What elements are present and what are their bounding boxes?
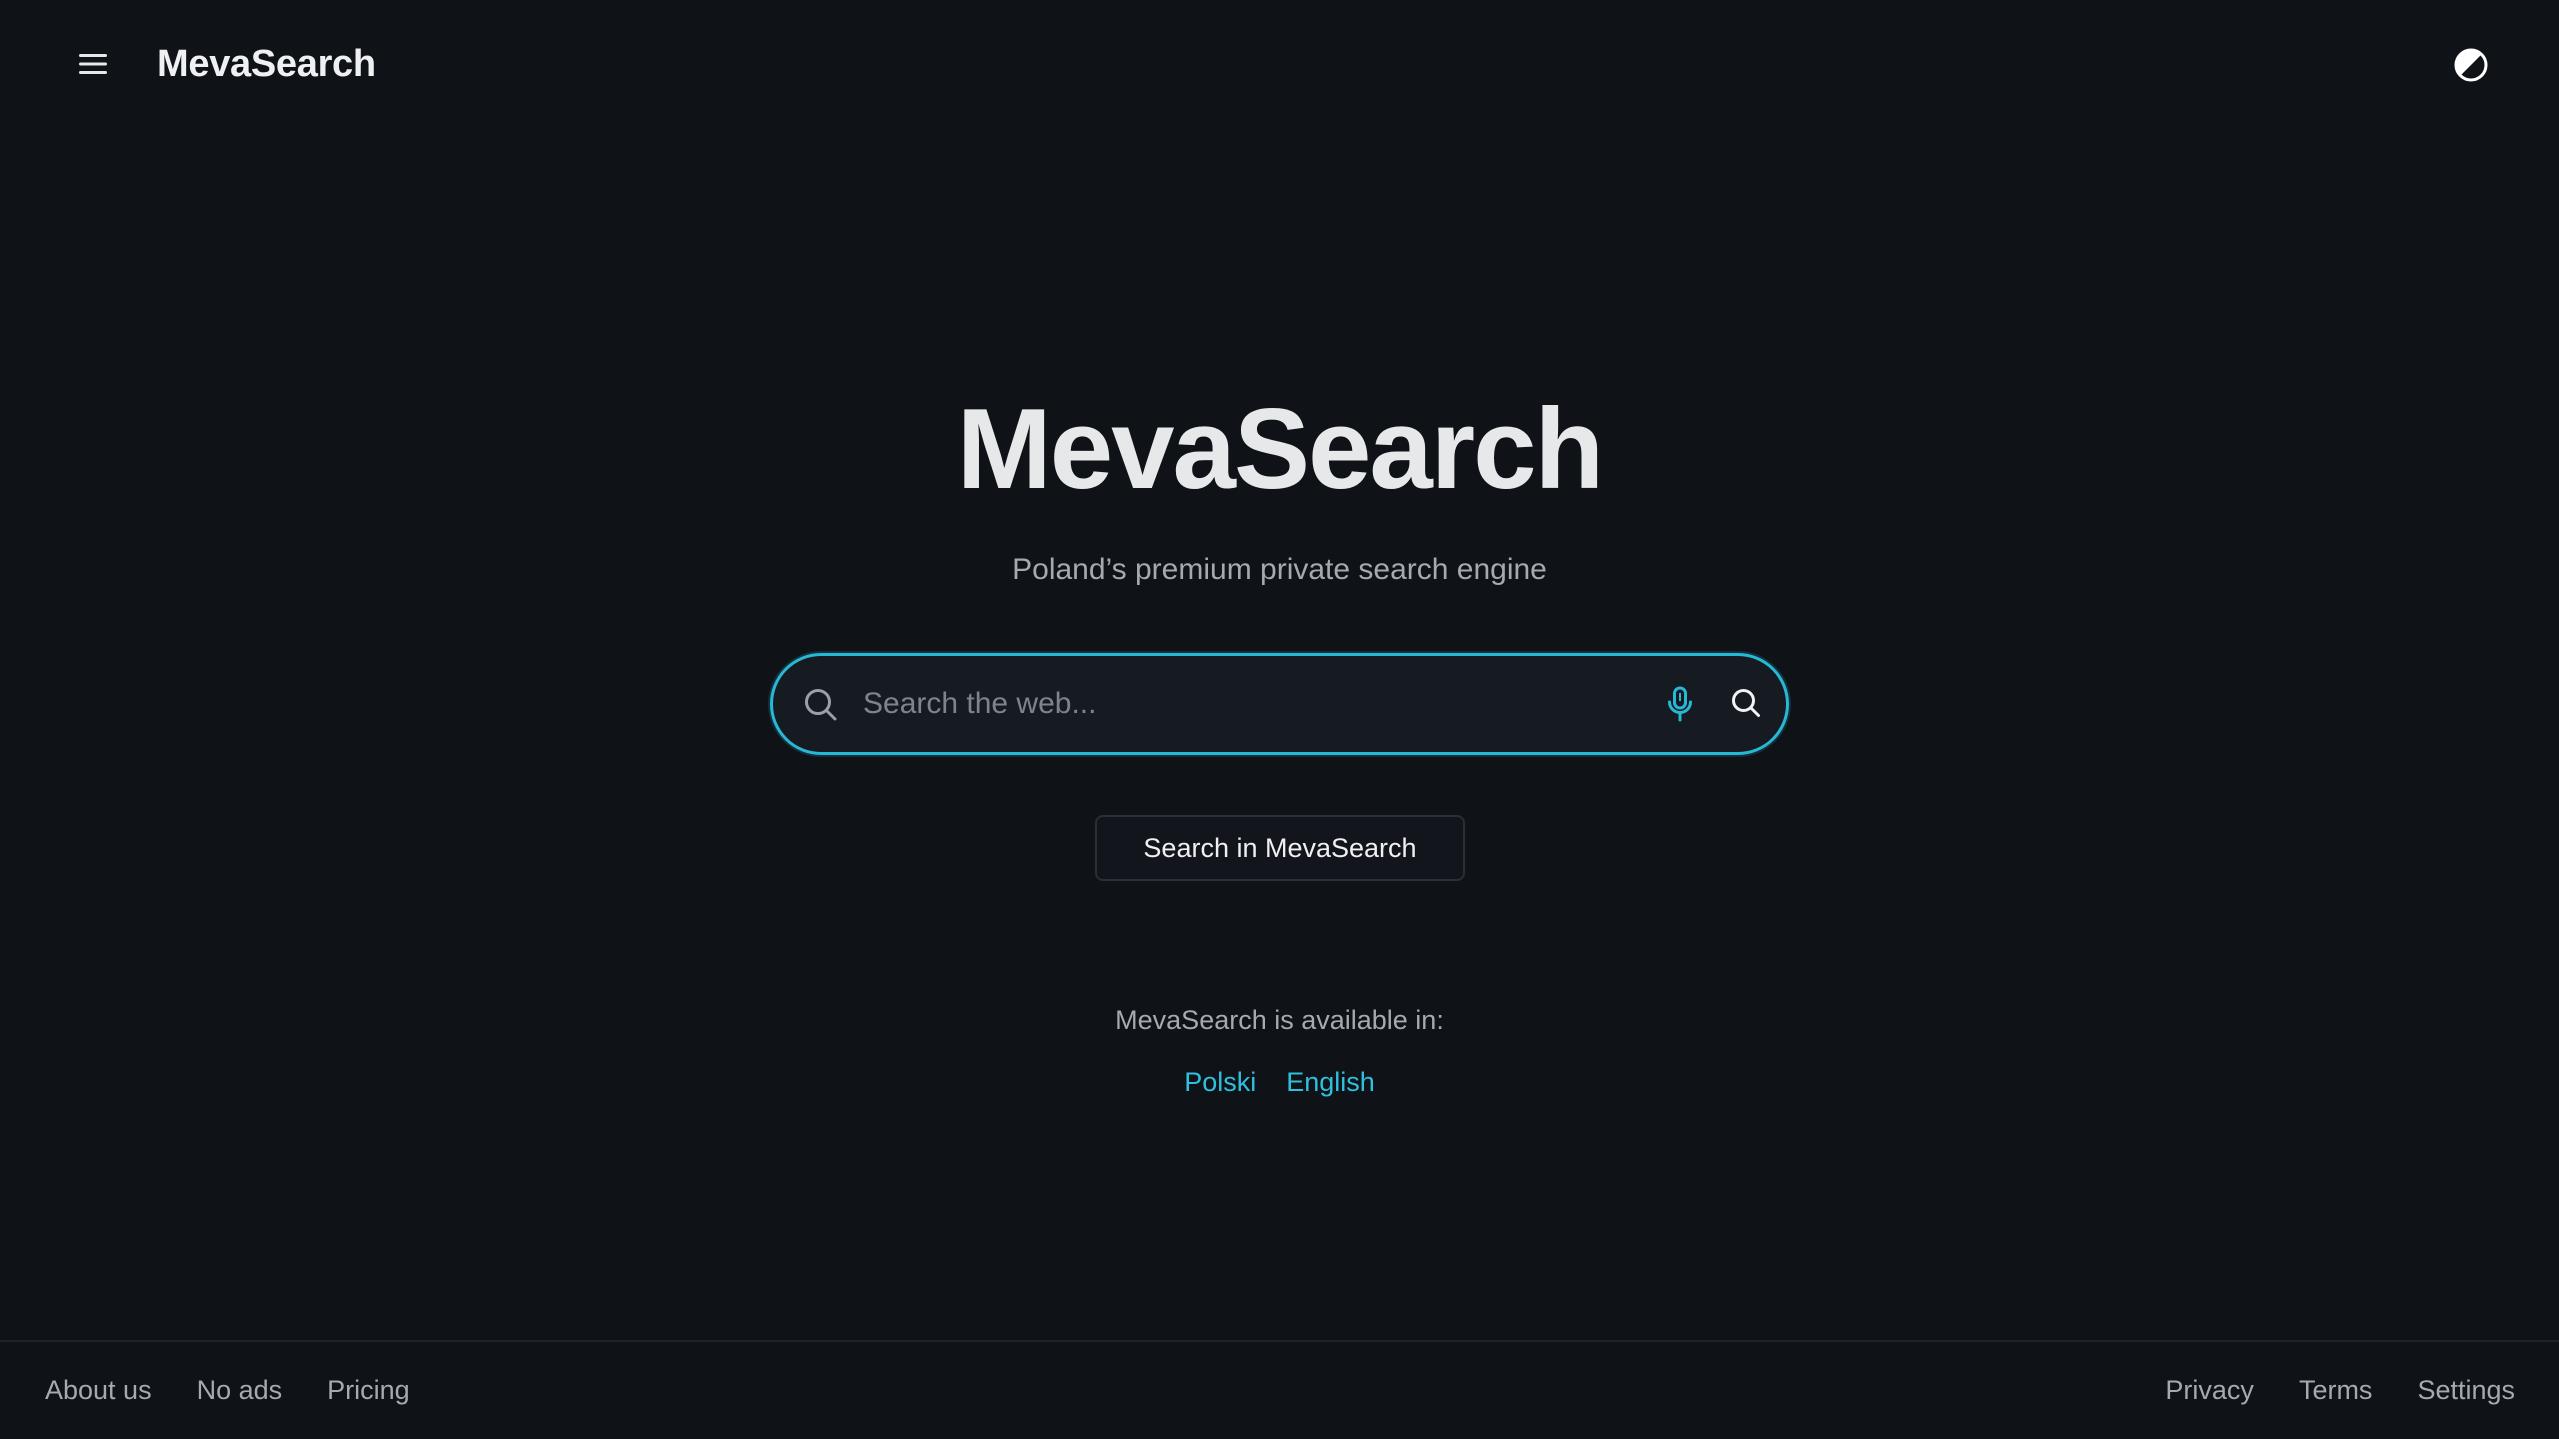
footer-left-links: About us No ads Pricing [45,1368,410,1412]
search-icon [1732,689,1760,717]
language-link-english[interactable]: English [1286,1062,1375,1102]
menu-button[interactable] [68,42,118,86]
search-icon [805,689,837,721]
footer-link-settings[interactable]: Settings [2417,1368,2515,1412]
language-link-polski[interactable]: Polski [1184,1062,1256,1102]
footer-link-terms[interactable]: Terms [2299,1368,2373,1412]
availability-label: MevaSearch is available in: [1115,1005,1444,1035]
voice-search-button[interactable] [1658,683,1702,727]
language-links: Polski English [0,1062,2559,1102]
footer-link-privacy[interactable]: Privacy [2165,1368,2254,1412]
top-bar: MevaSearch [0,0,2559,130]
search-submit-button[interactable]: Search in MevaSearch [1095,815,1465,881]
brand-logo-link[interactable]: MevaSearch [157,36,376,92]
microphone-icon [1668,686,1692,722]
footer-link-no-ads[interactable]: No ads [197,1368,283,1412]
search-submit-icon-button[interactable] [1723,680,1769,726]
search-box [770,653,1789,755]
search-input[interactable] [861,672,1621,736]
hamburger-menu-icon [79,54,107,74]
hero-title: MevaSearch [956,386,1604,513]
footer-right-links: Privacy Terms Settings [2165,1368,2515,1412]
footer-link-pricing[interactable]: Pricing [327,1368,410,1412]
footer: About us No ads Pricing Privacy Terms Se… [0,1340,2559,1439]
tagline: Poland’s premium private search engine [1012,553,1547,586]
footer-link-about-us[interactable]: About us [45,1368,152,1412]
contrast-toggle-icon [2454,48,2488,82]
theme-toggle-button[interactable] [2446,40,2496,90]
